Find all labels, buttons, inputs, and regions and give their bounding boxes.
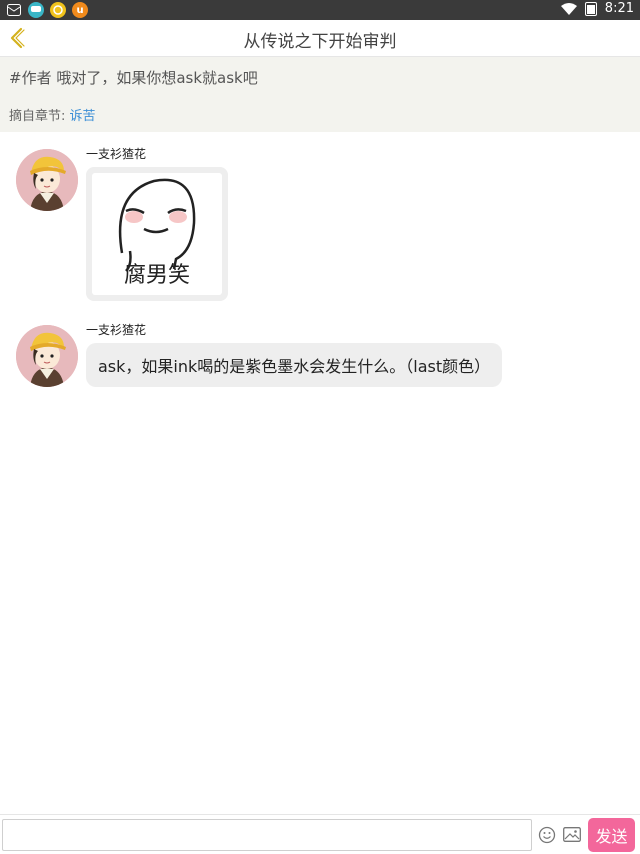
- sender-name: 一支衫猹花: [86, 323, 147, 337]
- mail-icon: [6, 2, 22, 18]
- meme-image: 腐男笑: [92, 173, 222, 295]
- message-input-bar: 发送: [0, 814, 640, 854]
- top-app-bar: 从传说之下开始审判: [0, 20, 640, 57]
- chat-bubble-icon: [28, 2, 44, 18]
- text-message-bubble[interactable]: ask，如果ink喝的是紫色墨水会发生什么。（last颜色）: [86, 343, 503, 387]
- meme-caption: 腐男笑: [123, 263, 190, 288]
- smile-app-icon: [50, 2, 66, 18]
- send-button[interactable]: 发送: [588, 818, 635, 852]
- chapter-prefix: 摘自章节:: [9, 109, 66, 124]
- avatar[interactable]: [16, 325, 78, 387]
- chapter-link[interactable]: 诉苦: [70, 109, 96, 124]
- quoted-text: #作者 哦对了，如果你想ask就ask吧: [9, 69, 258, 87]
- u-app-icon: u: [72, 2, 88, 18]
- image-message-bubble[interactable]: 腐男笑: [86, 167, 228, 301]
- status-bar: u 8:21: [0, 0, 640, 20]
- wifi-icon: [560, 2, 577, 15]
- emoji-icon[interactable]: [538, 826, 556, 844]
- status-bar-system: 8:21: [560, 1, 634, 16]
- page-title: 从传说之下开始审判: [243, 32, 397, 52]
- chapter-source: 摘自章节: 诉苦: [9, 105, 96, 124]
- quoted-comment-panel: #作者 哦对了，如果你想ask就ask吧 摘自章节: 诉苦: [0, 57, 640, 132]
- sender-name: 一支衫猹花: [86, 147, 147, 161]
- battery-icon: [584, 1, 597, 16]
- image-picker-icon[interactable]: [563, 827, 581, 842]
- avatar[interactable]: [16, 149, 78, 211]
- status-time: 8:21: [604, 1, 634, 16]
- status-bar-notifications: u: [6, 2, 88, 18]
- message-input[interactable]: [2, 819, 532, 851]
